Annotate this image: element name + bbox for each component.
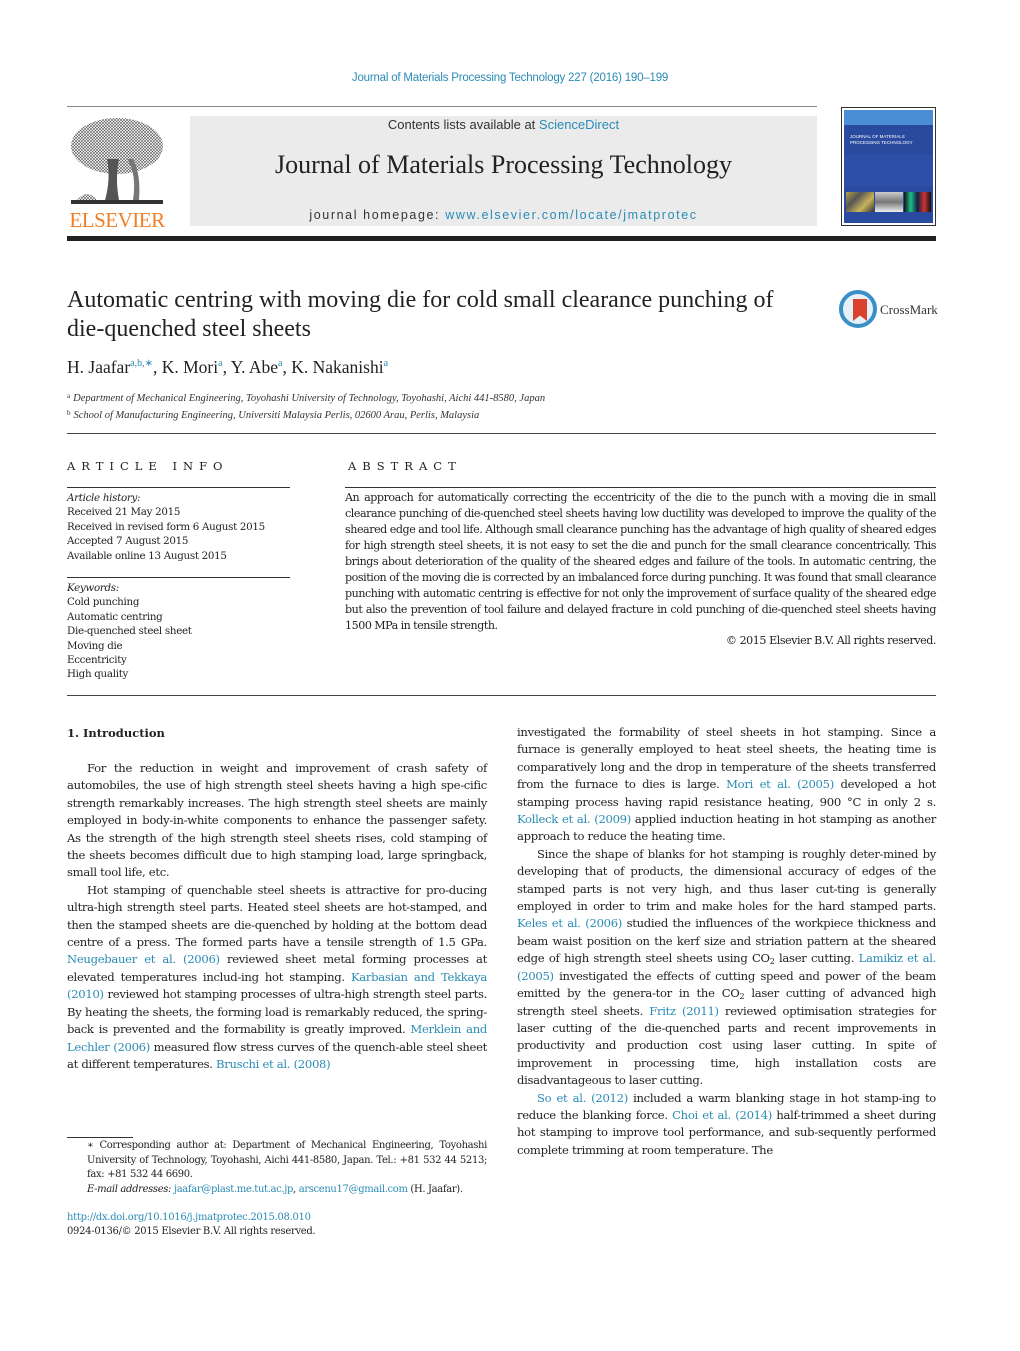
paragraph: investigated the formability of steel sh…: [517, 724, 936, 846]
journal-reference-link[interactable]: Journal of Materials Processing Technolo…: [0, 72, 1020, 84]
doi-link[interactable]: http://dx.doi.org/10.1016/j.jmatprotec.2…: [67, 1212, 311, 1223]
contents-availability-line: Contents lists available at ScienceDirec…: [190, 117, 817, 132]
homepage-prefix: journal homepage:: [309, 208, 446, 222]
citation-link[interactable]: Mori et al. (2005): [726, 777, 834, 791]
text-run: Since the shape of blanks for hot stampi…: [517, 846, 936, 914]
cover-photo-2: [875, 192, 903, 212]
citation-link[interactable]: Bruschi et al. (2008): [216, 1057, 331, 1071]
email-owner: (H. Jaafar).: [407, 1183, 463, 1195]
author-affiliation-mark[interactable]: a,b,∗: [130, 358, 153, 369]
affiliation-mark: b: [67, 409, 71, 417]
abstract-text: An approach for automatically correcting…: [345, 491, 936, 632]
keywords: Keywords: Cold punching Automatic centri…: [67, 581, 192, 682]
keyword-item: Moving die: [67, 639, 123, 652]
keyword-item: Cold punching: [67, 596, 140, 609]
corresponding-author-note: ∗ Corresponding author at: Department of…: [87, 1140, 487, 1180]
elsevier-logo[interactable]: ELSEVIER: [67, 114, 167, 232]
author-list: H. Jaafara,b,∗, K. Moria, Y. Abea, K. Na…: [67, 357, 389, 377]
citation-link[interactable]: Neugebauer et al. (2006): [67, 952, 220, 966]
history-item: Received in revised form 6 August 2015: [67, 520, 265, 533]
cover-photo-1: [846, 192, 874, 212]
body-column-right: investigated the formability of steel sh…: [517, 724, 936, 1159]
citation-link[interactable]: Kolleck et al. (2009): [517, 812, 631, 826]
history-item: Available online 13 August 2015: [67, 549, 227, 562]
elsevier-tree-icon: [71, 118, 163, 204]
section-divider: [67, 433, 936, 434]
affiliation-text: School of Manufacturing Engineering, Uni…: [73, 410, 480, 421]
affiliations: a Department of Mechanical Engineering, T…: [67, 389, 545, 423]
article-title: Automatic centring with moving die for c…: [67, 287, 774, 342]
crossmark-ribbon-icon: [853, 299, 867, 321]
email-line: E-mail addresses: jaafar@plast.me.tut.ac…: [87, 1183, 463, 1195]
citation-link[interactable]: Fritz (2011): [649, 1004, 719, 1018]
abstract-copyright: © 2015 Elsevier B.V. All rights reserved…: [725, 634, 937, 647]
elsevier-wordmark: ELSEVIER: [69, 208, 165, 232]
abstract-divider: [345, 487, 936, 488]
email-link[interactable]: jaafar@plast.me.tut.ac.jp: [174, 1184, 293, 1195]
header-thick-divider: [67, 236, 936, 241]
abstract-heading: ABSTRACT: [348, 459, 462, 473]
issn-copyright: 0924-0136/© 2015 Elsevier B.V. All right…: [67, 1226, 316, 1237]
paragraph: So et al. (2012) included a warm blankin…: [517, 1090, 936, 1160]
footnote-divider: [67, 1137, 133, 1138]
text-run: Hot stamping of quenchable steel sheets …: [67, 882, 487, 950]
homepage-link[interactable]: www.elsevier.com/locate/jmatprotec: [445, 208, 697, 222]
body-column-left: For the reduction in weight and improvem…: [67, 760, 487, 1073]
author-affiliation-mark[interactable]: a: [278, 358, 282, 369]
sciencedirect-link[interactable]: ScienceDirect: [539, 117, 619, 132]
keyword-item: Automatic centring: [67, 610, 163, 623]
author-name[interactable]: Y. Abe: [231, 357, 278, 377]
affiliation-item: a Department of Mechanical Engineering, T…: [67, 389, 545, 406]
introduction-heading: 1. Introduction: [67, 726, 165, 740]
cover-title: JOURNAL OF MATERIALS PROCESSING TECHNOLO…: [850, 134, 913, 145]
article-info-heading: ARTICLE INFO: [67, 459, 229, 473]
email-link[interactable]: arscenu17@gmail.com: [299, 1184, 408, 1195]
cover-band: [844, 154, 933, 186]
footnote: ∗ Corresponding author at: Department of…: [67, 1139, 487, 1197]
header-divider: [67, 106, 817, 107]
affiliation-text: Department of Mechanical Engineering, To…: [73, 393, 546, 404]
paragraph: For the reduction in weight and improvem…: [67, 761, 487, 880]
journal-cover-thumbnail[interactable]: JOURNAL OF MATERIALS PROCESSING TECHNOLO…: [841, 107, 936, 226]
history-item: Accepted 7 August 2015: [67, 535, 189, 548]
author-name[interactable]: H. Jaafar: [67, 357, 130, 377]
author-affiliation-mark[interactable]: a: [384, 358, 388, 369]
paragraph: Since the shape of blanks for hot stampi…: [517, 846, 936, 1090]
history-label: Article history:: [67, 492, 141, 504]
keywords-divider: [67, 577, 290, 578]
text-run: laser cutting.: [774, 951, 859, 966]
article-history: Article history: Received 21 May 2015 Re…: [67, 491, 265, 563]
crossmark-icon: [839, 290, 877, 328]
author-affiliation-mark[interactable]: a: [218, 358, 222, 369]
cover-image: JOURNAL OF MATERIALS PROCESSING TECHNOLO…: [844, 110, 933, 223]
keyword-item: Eccentricity: [67, 654, 127, 667]
affiliation-item: b School of Manufacturing Engineering, Un…: [67, 406, 545, 423]
keyword-item: Die-quenched steel sheet: [67, 625, 192, 638]
keyword-item: High quality: [67, 668, 129, 681]
keywords-label: Keywords:: [67, 582, 119, 594]
cover-photo-3: [904, 192, 931, 212]
history-item: Received 21 May 2015: [67, 506, 181, 519]
paragraph: Hot stamping of quenchable steel sheets …: [67, 882, 487, 1073]
author-name[interactable]: K. Nakanishi: [291, 357, 383, 377]
citation-link[interactable]: Keles et al. (2006): [517, 916, 622, 930]
affiliation-mark: a: [67, 392, 71, 400]
journal-homepage-line: journal homepage: www.elsevier.com/locat…: [190, 208, 817, 222]
journal-title: Journal of Materials Processing Technolo…: [275, 150, 732, 179]
crossmark-label: CrossMark: [880, 302, 938, 317]
cover-header-band: [844, 110, 933, 125]
body-divider: [67, 695, 936, 696]
email-label: E-mail addresses:: [87, 1183, 172, 1195]
citation-link[interactable]: Choi et al. (2014): [672, 1108, 772, 1122]
crossmark-button[interactable]: CrossMark: [839, 290, 939, 330]
citation-link[interactable]: So et al. (2012): [537, 1091, 628, 1105]
article-info-divider: [67, 487, 290, 488]
contents-prefix: Contents lists available at: [387, 117, 539, 132]
author-name[interactable]: K. Mori: [162, 357, 218, 377]
